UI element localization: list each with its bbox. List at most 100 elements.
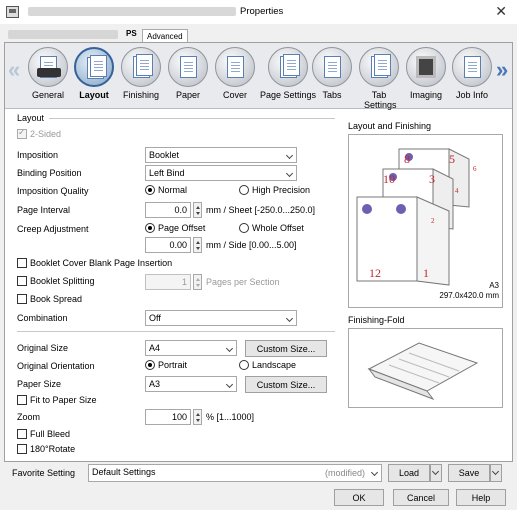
pages-per-section-unit: Pages per Section [206, 277, 280, 287]
fit-to-paper-size-checkbox[interactable]: Fit to Paper Size [17, 395, 97, 405]
tab-job-info[interactable]: Job Info [449, 47, 495, 100]
binding-position-select[interactable]: Left Bind [145, 165, 297, 181]
chevron-down-icon [225, 380, 234, 389]
layout-finishing-title: Layout and Finishing [348, 121, 432, 131]
tab-label: Job Info [455, 90, 489, 100]
tab-label: Cover [222, 90, 247, 100]
orientation-portrait-radio[interactable]: Portrait [145, 360, 187, 370]
chevron-down-icon [285, 314, 294, 323]
radio-icon [145, 223, 155, 233]
load-button[interactable]: Load [388, 464, 430, 482]
load-dropdown-button[interactable] [430, 464, 442, 482]
checkbox-label: 180°Rotate [30, 444, 76, 454]
tab-label: Tab Settings [364, 90, 397, 110]
creep-whole-offset-radio[interactable]: Whole Offset [239, 223, 304, 233]
ok-button[interactable]: OK [334, 489, 384, 506]
zoom-spinner[interactable] [193, 409, 202, 425]
creep-page-offset-radio[interactable]: Page Offset [145, 223, 205, 233]
imposition-select[interactable]: Booklet [145, 147, 297, 163]
paper-size-select[interactable]: A3 [145, 376, 237, 392]
checkbox-label: Booklet Splitting [30, 276, 95, 286]
imaging-icon [406, 47, 446, 87]
checkbox-icon [17, 294, 27, 304]
nav-next-arrow-icon[interactable]: » [496, 57, 508, 83]
cover-icon [215, 47, 255, 87]
page-number: 6 [473, 165, 477, 173]
checkbox-icon [17, 429, 27, 439]
booklet-cover-blank-checkbox[interactable]: Booklet Cover Blank Page Insertion [17, 258, 172, 268]
creep-value-spinner[interactable] [193, 237, 202, 253]
tab-paper[interactable]: Paper [165, 47, 211, 100]
preview-dimensions: 297.0x420.0 mm [439, 291, 499, 300]
checkbox-icon [17, 395, 27, 405]
chevron-down-icon [370, 468, 379, 477]
tab-layout[interactable]: Layout [71, 47, 117, 100]
creep-value-input[interactable]: 0.00 [145, 237, 191, 253]
favorite-setting-select[interactable]: Default Settings (modified) [88, 464, 382, 482]
rotate-180-checkbox[interactable]: 180°Rotate [17, 444, 75, 454]
save-button[interactable]: Save [448, 464, 490, 482]
finishing-icon [121, 47, 161, 87]
tab-blurred[interactable] [8, 30, 118, 39]
page-interval-unit: mm / Sheet [-250.0...250.0] [206, 205, 316, 215]
select-value: Default Settings [92, 467, 156, 477]
page-number: 12 [369, 266, 381, 280]
checkbox-label: Fit to Paper Size [30, 395, 97, 405]
pages-per-section-spinner[interactable] [193, 274, 202, 290]
divider [49, 118, 335, 119]
main-panel: « General Layout Finishing Paper Cover P… [4, 42, 513, 462]
tab-ps[interactable]: PS [122, 27, 141, 42]
two-sided-checkbox[interactable]: 2-Sided [17, 127, 62, 139]
full-bleed-checkbox[interactable]: Full Bleed [17, 429, 70, 439]
tab-tab-settings[interactable]: Tab Settings [356, 47, 402, 110]
close-icon[interactable]: ✕ [495, 3, 507, 20]
creep-adjustment-label: Creep Adjustment [17, 224, 89, 234]
quality-normal-radio[interactable]: Normal [145, 185, 187, 195]
original-size-select[interactable]: A4 [145, 340, 237, 356]
checkbox-icon [17, 276, 27, 286]
booklet-splitting-checkbox[interactable]: Booklet Splitting [17, 276, 95, 286]
tab-tabs[interactable]: Tabs [309, 47, 355, 100]
zoom-input[interactable]: 100 [145, 409, 191, 425]
combination-select[interactable]: Off [145, 310, 297, 326]
paper-custom-size-button[interactable]: Custom Size... [245, 376, 327, 393]
zoom-label: Zoom [17, 412, 41, 422]
combination-label: Combination [17, 313, 68, 323]
window-title: Properties [240, 6, 284, 17]
radio-icon [239, 223, 249, 233]
radio-icon [145, 360, 155, 370]
help-button[interactable]: Help [456, 489, 506, 506]
tab-cover[interactable]: Cover [212, 47, 258, 100]
select-value: Left Bind [149, 168, 185, 178]
quality-high-precision-radio[interactable]: High Precision [239, 185, 310, 195]
page-interval-input[interactable]: 0.0 [145, 202, 191, 218]
original-custom-size-button[interactable]: Custom Size... [245, 340, 327, 357]
cancel-button[interactable]: Cancel [393, 489, 449, 506]
tab-label: General [31, 90, 65, 100]
tab-advanced[interactable]: Advanced [142, 29, 188, 42]
tab-label: Imaging [409, 90, 443, 100]
category-nav: « General Layout Finishing Paper Cover P… [5, 43, 512, 110]
pages-per-section-input[interactable]: 1 [145, 274, 191, 290]
favorite-setting-label: Favorite Setting [12, 468, 76, 478]
checkbox-icon [17, 258, 27, 268]
tab-finishing[interactable]: Finishing [118, 47, 164, 100]
select-value: A4 [149, 343, 161, 353]
paper-icon [168, 47, 208, 87]
book-spread-checkbox[interactable]: Book Spread [17, 294, 82, 304]
layout-preview: 8 5 10 3 12 1 6 4 2 A3 297.0x420.0 mm [348, 134, 503, 308]
preview-paper: A3 [489, 281, 499, 290]
checkbox-label: 2-Sided [30, 129, 62, 139]
page-interval-spinner[interactable] [193, 202, 202, 218]
chevron-down-icon [431, 467, 440, 476]
tab-imaging[interactable]: Imaging [403, 47, 449, 100]
select-value: Booklet [149, 150, 180, 160]
save-dropdown-button[interactable] [490, 464, 502, 482]
booklet-stack-graphic [356, 148, 470, 286]
checkbox-icon [17, 444, 27, 454]
folded-booklet-icon [367, 342, 479, 401]
finishing-fold-title: Finishing-Fold [348, 315, 405, 325]
orientation-landscape-radio[interactable]: Landscape [239, 360, 296, 370]
tab-general[interactable]: General [25, 47, 71, 100]
nav-prev-arrow-icon[interactable]: « [8, 57, 20, 83]
